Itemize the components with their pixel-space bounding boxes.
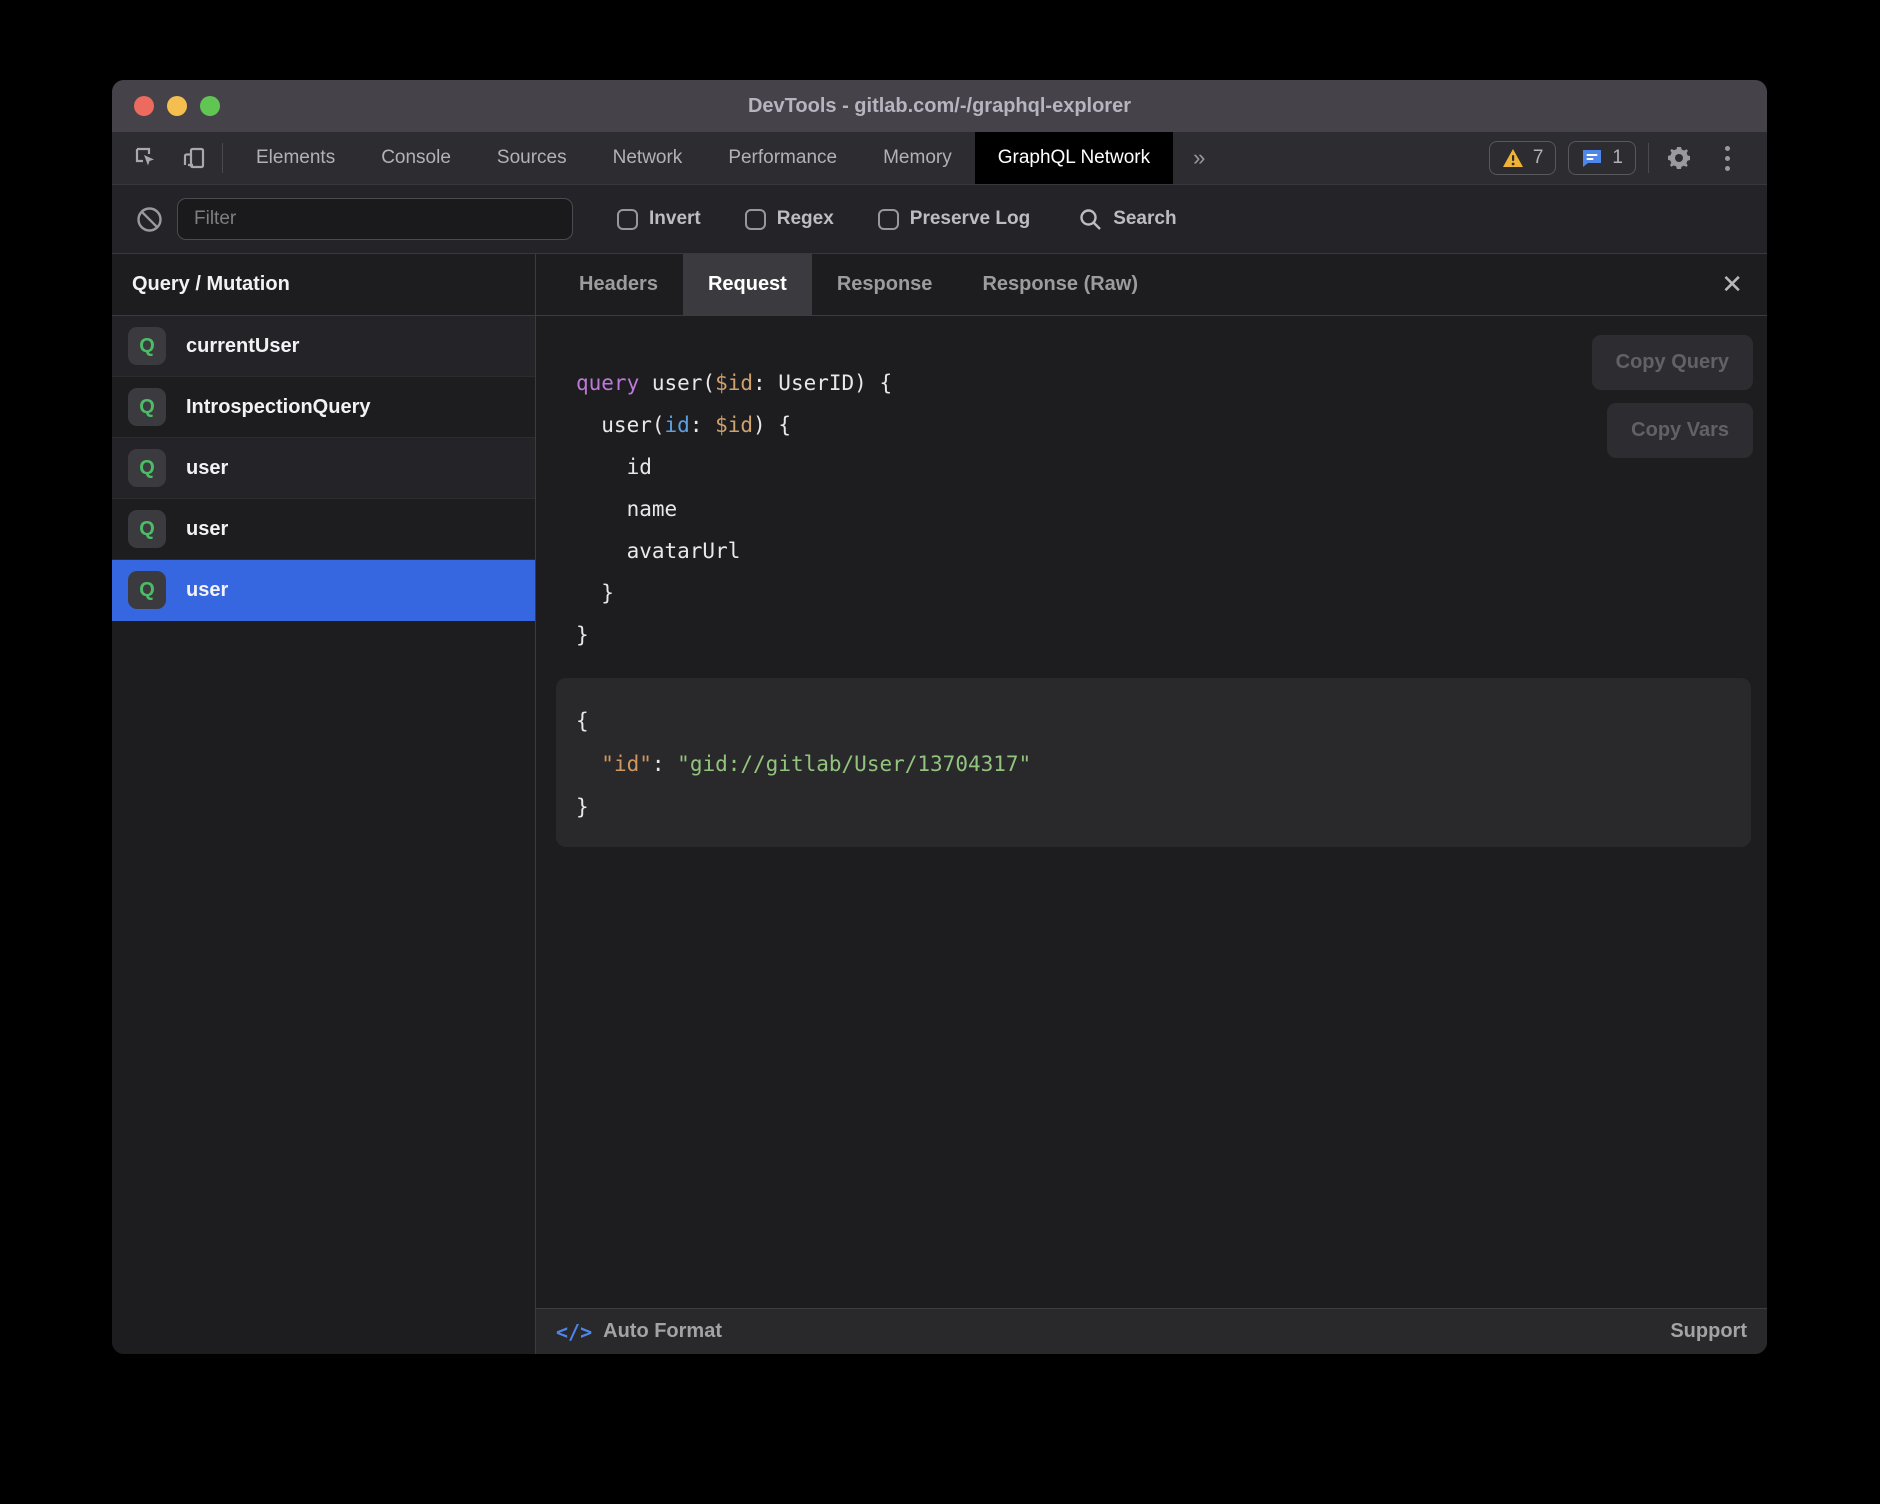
detail-tab-bar: Headers Request Response Response (Raw) … [536,254,1767,316]
tab-elements[interactable]: Elements [233,132,358,184]
search-icon [1078,207,1103,232]
query-type-badge: Q [128,327,166,365]
regex-checkbox[interactable]: Regex [745,208,834,230]
device-toolbar-icon[interactable] [174,138,214,178]
tab-headers[interactable]: Headers [554,254,683,315]
settings-gear-icon[interactable] [1661,140,1697,176]
checkbox-box [745,209,766,230]
code-line: query user($id: UserID) { [576,362,1767,404]
list-item-user-2[interactable]: Q user [112,499,535,560]
issues-badge[interactable]: 1 [1568,141,1636,175]
auto-format-button[interactable]: </> Auto Format [556,1320,722,1344]
code-line: user(id: $id) { [576,404,1767,446]
code-line: avatarUrl [576,530,1767,572]
copy-query-button[interactable]: Copy Query [1592,335,1753,390]
code-line: { [576,700,1731,743]
query-type-badge: Q [128,571,166,609]
status-bar: </> Auto Format Support [536,1308,1767,1354]
invert-checkbox[interactable]: Invert [617,208,701,230]
devtools-tab-bar: Elements Console Sources Network Perform… [112,132,1767,184]
code-line: id [576,446,1767,488]
more-tabs-chevron[interactable]: » [1173,132,1225,184]
checkbox-label: Regex [777,208,834,230]
checkbox-label: Preserve Log [910,208,1030,230]
code-line: } [576,614,1767,656]
tab-response-raw[interactable]: Response (Raw) [957,254,1163,315]
tab-memory[interactable]: Memory [860,132,975,184]
tab-graphql-network[interactable]: GraphQL Network [975,132,1173,184]
list-item-label: user [186,579,228,602]
code-line: } [576,572,1767,614]
code-line: name [576,488,1767,530]
code-line: "id": "gid://gitlab/User/13704317" [576,743,1731,786]
inspect-element-icon[interactable] [126,138,166,178]
warnings-badge[interactable]: 7 [1489,141,1557,175]
filter-input[interactable] [177,198,573,240]
message-icon [1581,148,1603,169]
query-type-badge: Q [128,388,166,426]
clear-icon[interactable] [136,206,163,233]
query-type-badge: Q [128,449,166,487]
checkbox-box [878,209,899,230]
list-item-user-1[interactable]: Q user [112,438,535,499]
toolbar-divider [222,143,223,173]
close-panel-icon[interactable]: ✕ [1697,254,1767,315]
warning-icon [1502,148,1524,168]
copy-buttons: Copy Query Copy Vars [1592,335,1753,458]
list-item-label: user [186,518,228,541]
toolbar-divider [1648,143,1649,173]
tab-request[interactable]: Request [683,254,812,315]
list-item-label: IntrospectionQuery [186,396,370,419]
query-list-header: Query / Mutation [112,254,535,316]
title-bar: DevTools - gitlab.com/-/graphql-explorer [112,80,1767,132]
tab-network[interactable]: Network [590,132,706,184]
list-item-currentuser[interactable]: Q currentUser [112,316,535,377]
main-split: Query / Mutation Q currentUser Q Introsp… [112,254,1767,1354]
support-link[interactable]: Support [1670,1320,1747,1343]
auto-format-label: Auto Format [603,1320,722,1343]
filter-toolbar: Invert Regex Preserve Log Search [112,184,1767,254]
tab-console[interactable]: Console [358,132,474,184]
tab-response[interactable]: Response [812,254,958,315]
search-label: Search [1113,208,1176,230]
search-button[interactable]: Search [1078,207,1176,232]
query-list-panel: Query / Mutation Q currentUser Q Introsp… [112,254,536,1354]
list-item-label: user [186,457,228,480]
copy-vars-button[interactable]: Copy Vars [1607,403,1753,458]
query-type-badge: Q [128,510,166,548]
kebab-menu-icon[interactable] [1709,140,1745,176]
query-variables-box: { "id": "gid://gitlab/User/13704317"} [556,678,1751,847]
warnings-count: 7 [1533,147,1544,169]
issues-count: 1 [1612,147,1623,169]
code-line: } [576,786,1731,829]
code-brackets-icon: </> [556,1320,592,1344]
preserve-log-checkbox[interactable]: Preserve Log [878,208,1030,230]
list-item-introspectionquery[interactable]: Q IntrospectionQuery [112,377,535,438]
tab-performance[interactable]: Performance [705,132,860,184]
tab-sources[interactable]: Sources [474,132,590,184]
devtools-window: DevTools - gitlab.com/-/graphql-explorer… [112,80,1767,1354]
graphql-query-code: query user($id: UserID) { user(id: $id) … [576,362,1767,656]
list-item-user-3-selected[interactable]: Q user [112,560,535,621]
window-title: DevTools - gitlab.com/-/graphql-explorer [112,95,1767,118]
request-content: query user($id: UserID) { user(id: $id) … [536,316,1767,1308]
detail-panel: Headers Request Response Response (Raw) … [536,254,1767,1354]
checkbox-label: Invert [649,208,701,230]
list-item-label: currentUser [186,335,299,358]
checkbox-box [617,209,638,230]
